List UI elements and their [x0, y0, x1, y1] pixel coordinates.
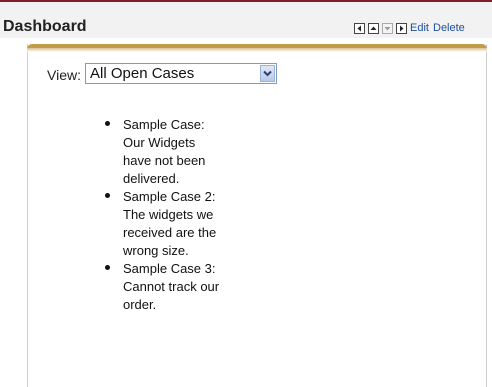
bullet-icon	[105, 193, 110, 198]
panel-accent-shade	[27, 48, 487, 52]
page-title: Dashboard	[3, 18, 87, 35]
move-right-button[interactable]	[396, 23, 407, 34]
edit-link[interactable]: Edit	[410, 21, 429, 35]
dashboard-header: Dashboard Edit Delete	[0, 2, 492, 38]
case-text[interactable]: Sample Case: Our Widgets have not been d…	[123, 117, 205, 186]
move-down-button[interactable]	[382, 23, 393, 34]
dashboard-component-panel	[27, 44, 487, 387]
chevron-down-icon	[263, 70, 272, 77]
move-left-button[interactable]	[354, 23, 365, 34]
arrow-right-icon	[400, 25, 404, 32]
move-up-button[interactable]	[368, 23, 379, 34]
list-item[interactable]: Sample Case: Our Widgets have not been d…	[103, 116, 223, 188]
view-select-value: All Open Cases	[90, 65, 195, 82]
select-dropdown-button[interactable]	[260, 65, 275, 82]
view-select[interactable]: All Open Cases	[85, 63, 277, 84]
list-item[interactable]: Sample Case 3: Cannot track our order.	[103, 260, 223, 314]
case-list: Sample Case: Our Widgets have not been d…	[103, 116, 223, 314]
bullet-icon	[105, 265, 110, 270]
case-text[interactable]: Sample Case 3: Cannot track our order.	[123, 261, 219, 312]
arrow-down-icon	[384, 27, 391, 31]
bullet-icon	[105, 121, 110, 126]
view-label: View:	[47, 67, 81, 83]
case-text[interactable]: Sample Case 2: The widgets we received a…	[123, 189, 216, 258]
arrow-left-icon	[357, 25, 361, 32]
arrow-up-icon	[370, 26, 377, 30]
list-item[interactable]: Sample Case 2: The widgets we received a…	[103, 188, 223, 260]
delete-link[interactable]: Delete	[433, 21, 465, 35]
